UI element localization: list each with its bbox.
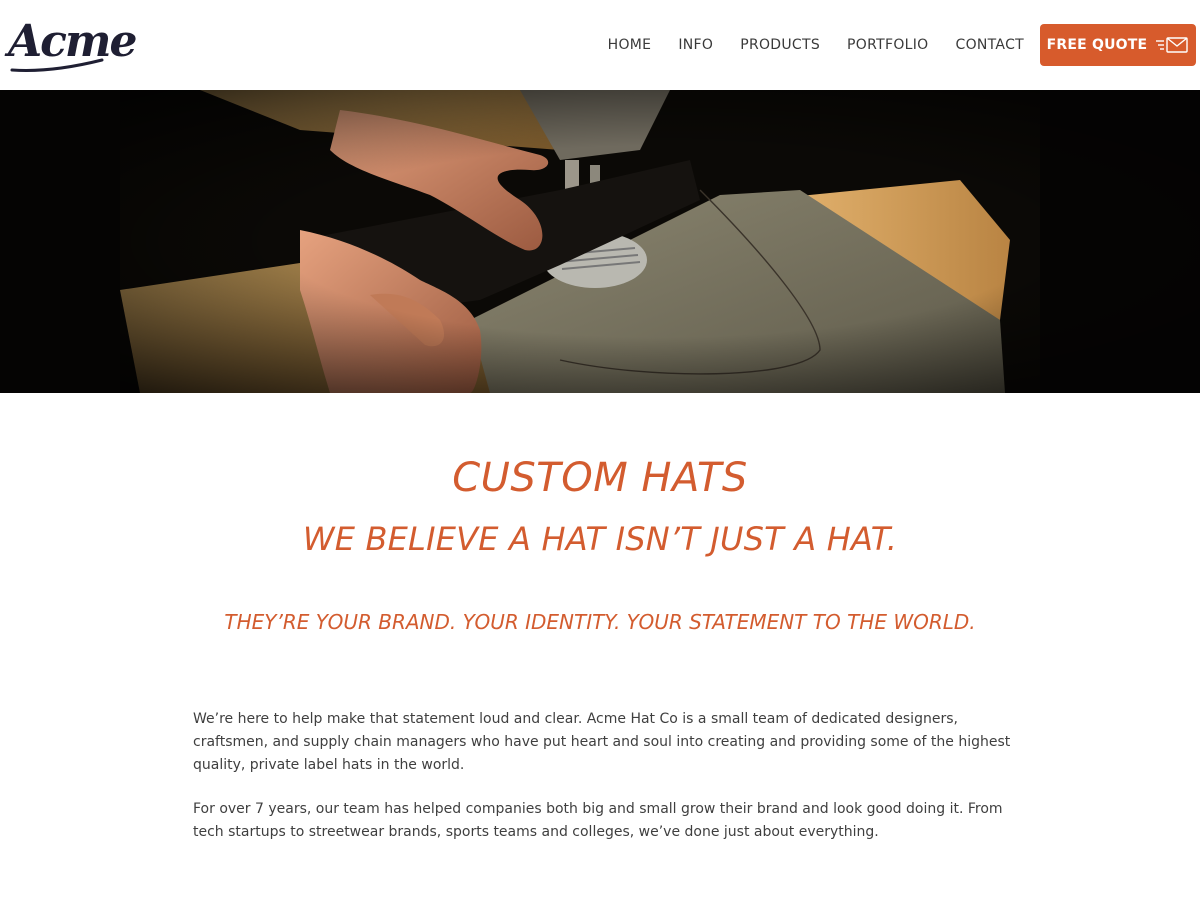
hero-image [0, 90, 1200, 393]
nav-portfolio[interactable]: PORTFOLIO [847, 37, 928, 53]
intro-paragraph: We’re here to help make that statement l… [193, 711, 1011, 773]
page-title: CUSTOM HATS [452, 455, 748, 501]
nav-products[interactable]: PRODUCTS [740, 37, 820, 53]
logo[interactable]: Acme [8, 14, 137, 72]
envelope-icon [1156, 37, 1189, 53]
main-nav: HOME INFO PRODUCTS PORTFOLIO CONTACT FRE… [608, 24, 1196, 66]
nav-contact[interactable]: CONTACT [956, 37, 1025, 53]
logo-swoosh-icon [10, 58, 104, 72]
tagline: THEY’RE YOUR BRAND. YOUR IDENTITY. YOUR … [224, 610, 976, 634]
subtitle: WE BELIEVE A HAT ISN’T JUST A HAT. [302, 520, 898, 558]
site-header: Acme HOME INFO PRODUCTS PORTFOLIO CONTAC… [0, 0, 1200, 90]
history-paragraph: For over 7 years, our team has helped co… [193, 801, 1003, 840]
free-quote-button[interactable]: FREE QUOTE [1040, 24, 1196, 66]
sewing-scene-illustration [0, 90, 1200, 393]
nav-info[interactable]: INFO [678, 37, 713, 53]
nav-home[interactable]: HOME [608, 37, 652, 53]
free-quote-label: FREE QUOTE [1046, 37, 1148, 53]
